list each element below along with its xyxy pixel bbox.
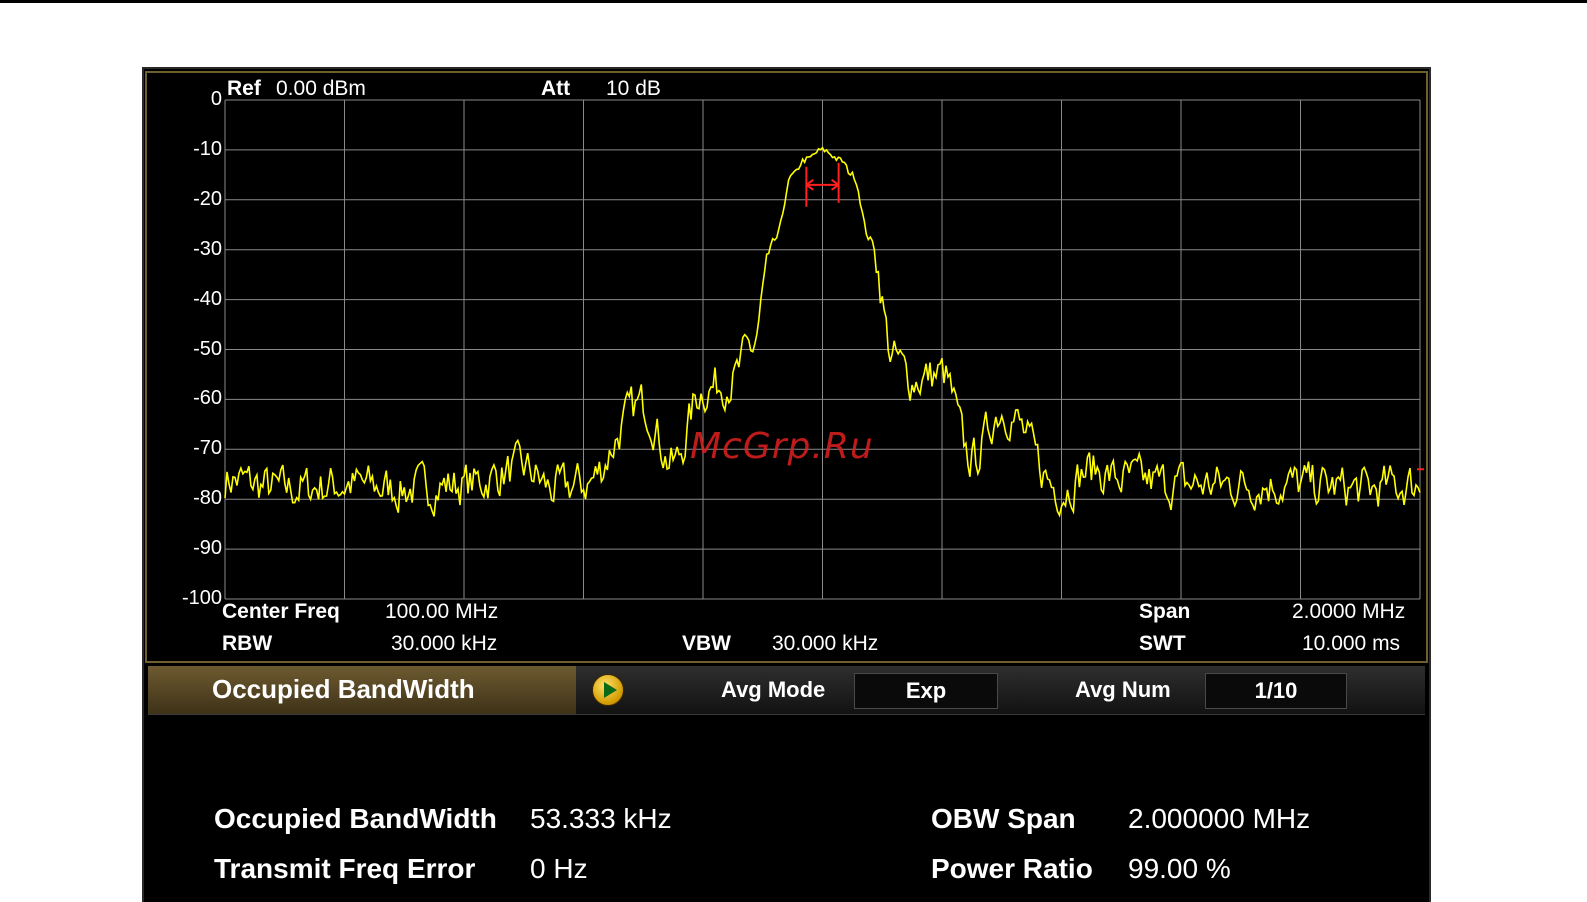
y-tick-label: 0 — [210, 88, 222, 110]
power-ratio-value: 99.00 % — [1128, 853, 1231, 884]
obw-span-value: 2.000000 MHz — [1128, 803, 1311, 834]
obw-label: Occupied BandWidth — [214, 803, 497, 834]
att-label: Att — [541, 77, 571, 100]
span-value: 2.0000 MHz — [1292, 600, 1406, 623]
power-ratio-label: Power Ratio — [931, 853, 1093, 884]
avg-num-label: Avg Num — [1075, 677, 1171, 702]
swt-value: 10.000 ms — [1302, 632, 1401, 655]
rbw-value: 30.000 kHz — [391, 632, 498, 655]
center-freq-label: Center Freq — [222, 600, 340, 623]
y-tick-label: -80 — [193, 487, 222, 510]
tab-occupied-bandwidth[interactable]: Occupied BandWidth — [148, 666, 576, 714]
att-value: 10 dB — [606, 77, 661, 100]
vbw-value: 30.000 kHz — [772, 632, 879, 655]
graticule — [224, 99, 1421, 600]
y-tick-label: -70 — [193, 437, 222, 460]
transmit-freq-error-value: 0 Hz — [530, 853, 588, 884]
y-tick-label: -20 — [193, 187, 222, 210]
y-tick-label: -60 — [193, 387, 222, 410]
ref-label: Ref — [227, 77, 261, 100]
transmit-freq-error-label: Transmit Freq Error — [214, 853, 476, 884]
play-icon[interactable] — [592, 674, 624, 706]
avg-mode-field[interactable]: Exp — [854, 673, 998, 709]
rbw-label: RBW — [222, 632, 273, 655]
obw-span-label: OBW Span — [931, 803, 1076, 834]
watermark-text: McGrp.Ru — [690, 426, 874, 467]
y-tick-label: -10 — [193, 137, 222, 160]
y-tick-label: -30 — [193, 237, 222, 260]
avg-mode-label: Avg Mode — [721, 677, 826, 702]
span-label: Span — [1139, 600, 1191, 623]
y-tick-label: -100 — [181, 587, 222, 609]
avg-num-field[interactable]: 1/10 — [1205, 673, 1347, 709]
y-tick-label: -90 — [193, 537, 222, 560]
y-tick-label: -40 — [193, 287, 222, 310]
obw-marker — [805, 162, 1424, 471]
vbw-label: VBW — [682, 632, 731, 655]
y-tick-label: -50 — [193, 337, 222, 360]
swt-label: SWT — [1139, 632, 1186, 655]
measurement-toolbar: Occupied BandWidth Avg Mode Exp Avg Num … — [148, 666, 1425, 715]
obw-value: 53.333 kHz — [530, 803, 672, 834]
center-freq-value: 100.00 MHz — [385, 600, 499, 623]
ref-value: 0.00 dBm — [276, 77, 366, 100]
